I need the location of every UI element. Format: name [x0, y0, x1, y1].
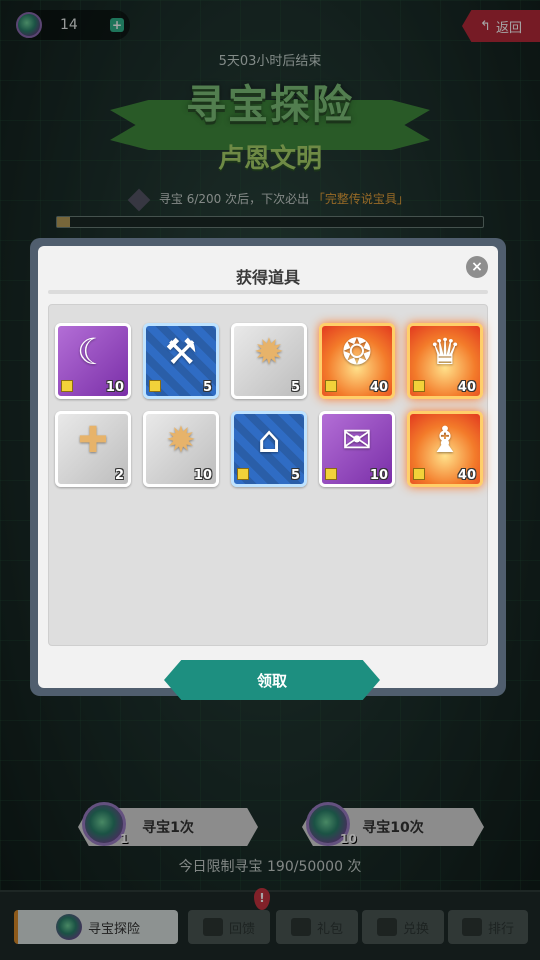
flaming-chess-piece-icon: ♝	[428, 420, 462, 461]
flaming-crown-icon: ♛	[428, 332, 462, 373]
item-count: 5	[290, 380, 300, 395]
reward-dialog: 获得道具 × ☾ 10 ⚒ 5 ✹ 5 ❂ 40 ♛ 40 ✚ 2 ✹ 10 ⌂ 5 ✉ 10 ♝ 40 领取	[30, 238, 506, 700]
reward-item[interactable]: ✉ 10	[319, 411, 395, 487]
item-count: 10	[105, 380, 124, 395]
sun-emblem-icon: ✹	[165, 420, 197, 461]
item-count: 2	[114, 468, 124, 483]
reward-item[interactable]: ⌂ 5	[231, 411, 307, 487]
item-count: 5	[202, 380, 212, 395]
item-count: 10	[193, 468, 212, 483]
reward-item[interactable]: ✹ 5	[231, 323, 307, 399]
fragment-badge-icon	[149, 380, 161, 392]
fragment-badge-icon	[413, 380, 425, 392]
item-count: 40	[457, 380, 476, 395]
item-count: 40	[457, 468, 476, 483]
reward-item[interactable]: ☾ 10	[55, 323, 131, 399]
fragment-badge-icon	[237, 468, 249, 480]
reward-item[interactable]: ♝ 40	[407, 411, 483, 487]
fragment-badge-icon	[325, 380, 337, 392]
reward-dialog-body: 获得道具 × ☾ 10 ⚒ 5 ✹ 5 ❂ 40 ♛ 40 ✚ 2 ✹ 10 ⌂ 5 ✉ 10 ♝ 40 领取	[38, 246, 498, 700]
close-button[interactable]: ×	[466, 256, 488, 278]
reward-item-area: ☾ 10 ⚒ 5 ✹ 5 ❂ 40 ♛ 40 ✚ 2 ✹ 10 ⌂ 5 ✉ 10 ♝ 40	[48, 304, 488, 646]
reward-item[interactable]: ♛ 40	[407, 323, 483, 399]
claim-button[interactable]: 领取	[164, 660, 380, 700]
reward-item[interactable]: ✹ 10	[143, 411, 219, 487]
reward-item[interactable]: ✚ 2	[55, 411, 131, 487]
fragment-badge-icon	[325, 468, 337, 480]
reward-item[interactable]: ❂ 40	[319, 323, 395, 399]
gold-cross-block-icon: ✚	[77, 420, 109, 461]
mace-icon: ⚒	[164, 332, 198, 373]
item-count: 40	[369, 380, 388, 395]
reward-item[interactable]: ⚒ 5	[143, 323, 219, 399]
flaming-relic-icon: ❂	[341, 332, 373, 373]
dialog-divider	[48, 290, 488, 294]
crescent-blade-icon: ☾	[76, 332, 110, 373]
reward-grid: ☾ 10 ⚒ 5 ✹ 5 ❂ 40 ♛ 40 ✚ 2 ✹ 10 ⌂ 5 ✉ 10 ♝ 40	[55, 323, 483, 487]
fragment-badge-icon	[413, 468, 425, 480]
striped-tent-icon: ⌂	[257, 420, 281, 461]
dialog-title: 获得道具	[235, 268, 300, 287]
fragment-badge-icon	[61, 380, 73, 392]
item-count: 5	[290, 468, 300, 483]
sun-emblem-icon: ✹	[253, 332, 285, 373]
item-count: 10	[369, 468, 388, 483]
spell-book-icon: ✉	[341, 420, 373, 461]
